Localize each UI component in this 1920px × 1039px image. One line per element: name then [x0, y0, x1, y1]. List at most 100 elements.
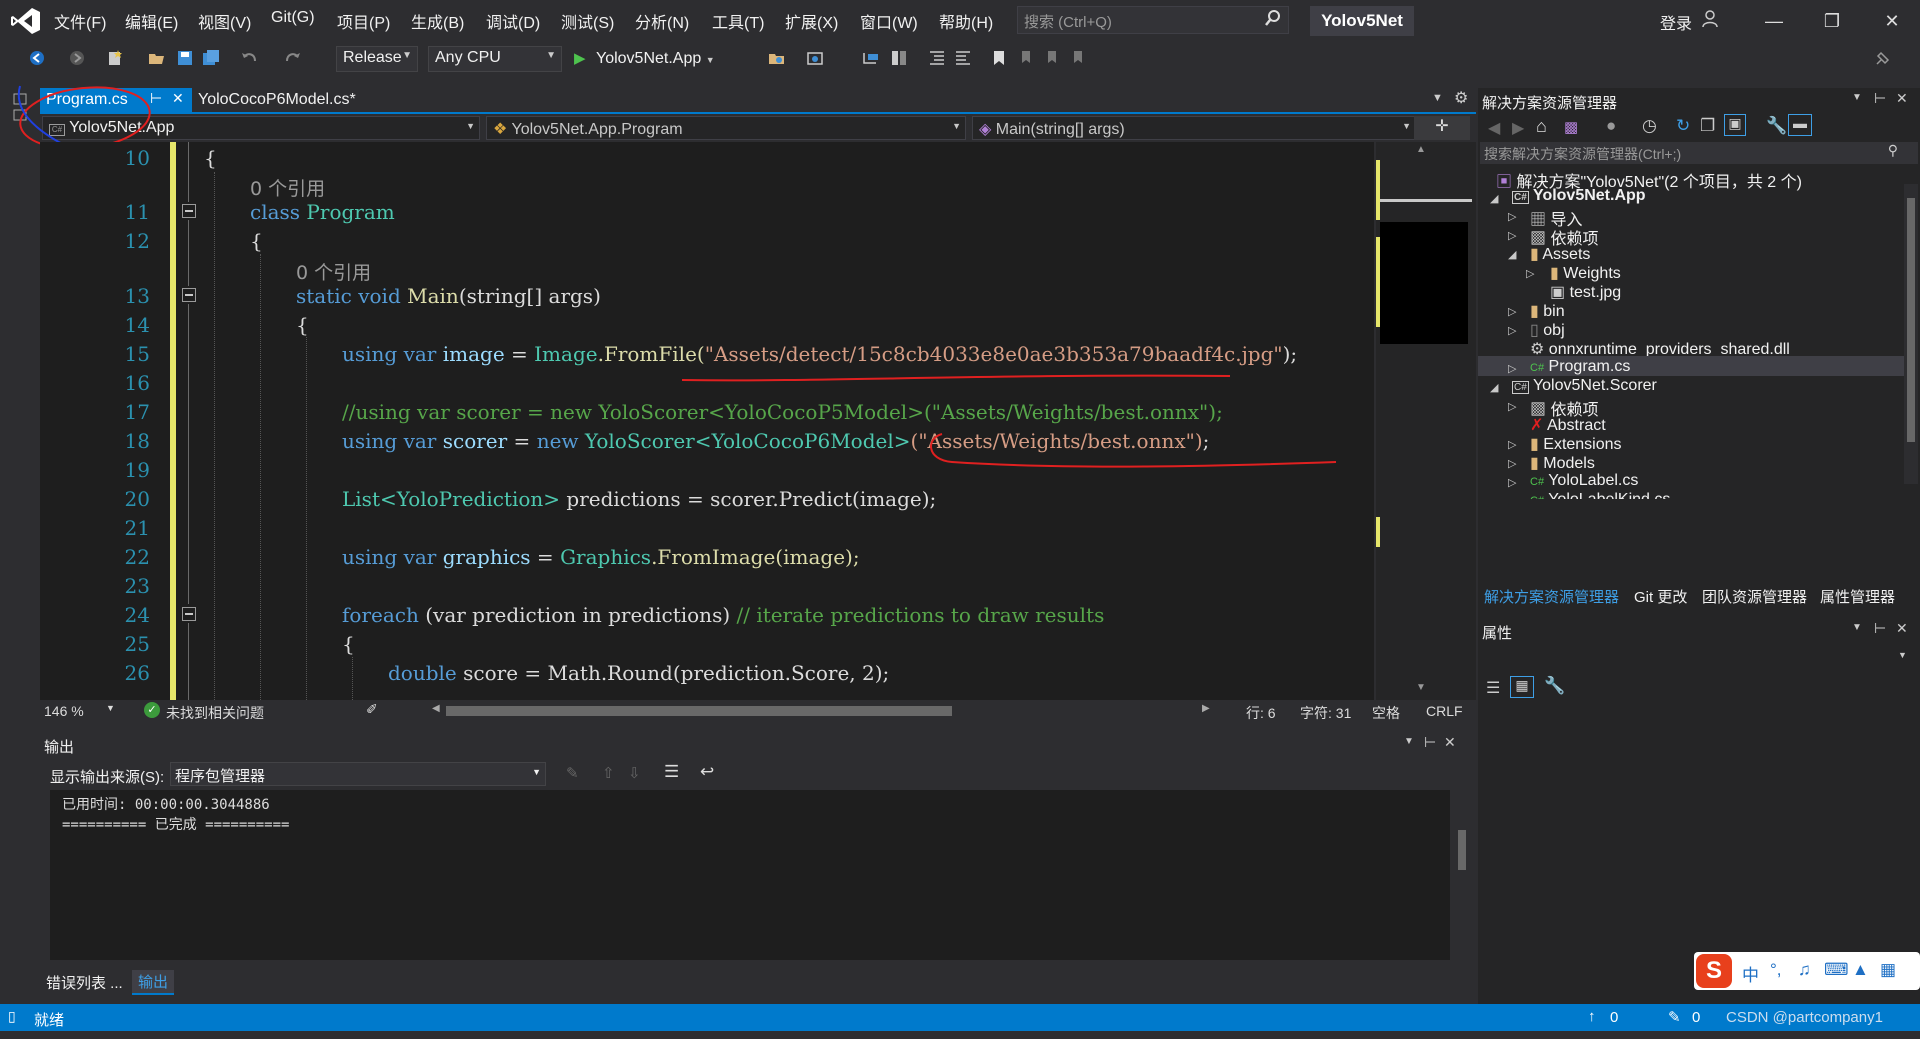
output-toggle-icon[interactable]: ▯	[8, 1008, 16, 1025]
expand-caret-icon[interactable]: ▷	[1508, 476, 1516, 489]
tab-team-explorer[interactable]: 团队资源管理器	[1702, 586, 1807, 607]
expand-caret-icon[interactable]: ▷	[1508, 229, 1516, 242]
split-editor-button[interactable]: ✛	[1414, 116, 1470, 140]
next-message-icon[interactable]: ⇩	[628, 764, 641, 782]
tree-item-abstract[interactable]: ✗ Abstract	[1530, 415, 1606, 435]
tab-list-dropdown-icon[interactable]: ▼	[1432, 92, 1443, 104]
menu-git[interactable]: Git(G)	[271, 9, 315, 27]
issues-status[interactable]: 未找到相关问题	[166, 703, 264, 723]
sign-in-link[interactable]: 登录	[1660, 10, 1692, 34]
git-push-icon[interactable]: ↑	[1588, 1008, 1596, 1025]
menu-help[interactable]: 帮助(H)	[939, 9, 993, 33]
properties-wrench-icon[interactable]: 🔧	[1766, 116, 1787, 136]
solution-vertical-scrollbar[interactable]	[1904, 184, 1918, 484]
chevron-down-icon[interactable]: ▼	[106, 703, 115, 713]
tree-item-test-jpg[interactable]: ▣ test.jpg	[1550, 282, 1621, 302]
tab-solution-explorer[interactable]: 解决方案资源管理器	[1484, 586, 1619, 607]
fold-toggle[interactable]	[182, 288, 196, 302]
scrollbar-thumb[interactable]	[1458, 830, 1466, 870]
prev-bookmark-icon[interactable]	[1016, 49, 1034, 67]
refresh-icon[interactable]: ↻	[1676, 116, 1690, 136]
tree-item-yolov5net-scorer[interactable]: C# Yolov5Net.Scorer	[1512, 377, 1657, 395]
pin-icon[interactable]: ⊢	[1874, 620, 1886, 637]
save-icon[interactable]	[176, 49, 194, 67]
microphone-icon[interactable]: ♫	[1798, 960, 1811, 980]
scrollbar-thumb[interactable]	[1907, 198, 1915, 442]
redo-icon[interactable]	[284, 49, 302, 67]
pin-icon[interactable]: ⊢	[1874, 90, 1886, 107]
panel-menu-icon[interactable]: ▼	[1852, 92, 1862, 103]
scroll-up-icon[interactable]: ▲	[1416, 144, 1426, 155]
member-dropdown[interactable]: ◈ Main(string[] args) ▼	[972, 116, 1416, 140]
tree-item-extensions[interactable]: ▮ Extensions	[1530, 434, 1622, 454]
layout-icon[interactable]	[890, 49, 908, 67]
expand-caret-icon[interactable]: ▷	[1508, 210, 1516, 223]
step-icon[interactable]	[862, 49, 880, 67]
panel-menu-icon[interactable]: ▼	[1852, 622, 1862, 633]
settings-gear-icon[interactable]: ⚙	[1454, 88, 1468, 108]
panel-menu-icon[interactable]: ▼	[1404, 736, 1414, 747]
bookmark-icon[interactable]	[990, 49, 1008, 67]
categorized-icon[interactable]: ☰	[1486, 678, 1500, 698]
restore-button[interactable]: ❐	[1812, 6, 1852, 36]
code-editor[interactable]: 10 11 12 13 14 15 16 17 18 19 20 21 22 2…	[40, 142, 1374, 700]
expand-caret-icon[interactable]: ▷	[1508, 400, 1516, 413]
tree-item-assets[interactable]: ▮ Assets	[1530, 244, 1590, 264]
toolbox-icon[interactable]: ▦	[1880, 960, 1896, 980]
keyboard-icon[interactable]: ⌨	[1824, 960, 1849, 980]
history-icon[interactable]: ◷	[1642, 116, 1657, 136]
tab-property-manager[interactable]: 属性管理器	[1820, 586, 1895, 607]
platform-select[interactable]: Any CPU ▼	[428, 46, 562, 72]
forward-icon[interactable]: ▶	[1512, 118, 1524, 138]
configuration-select[interactable]: Release ▼	[336, 46, 418, 72]
tab-output[interactable]: 输出	[132, 970, 175, 995]
browse-folder-icon[interactable]	[768, 49, 786, 67]
expand-caret-icon[interactable]: ▷	[1508, 362, 1516, 375]
expand-caret-icon[interactable]: ▷	[1508, 324, 1516, 337]
scroll-left-icon[interactable]: ◀	[432, 703, 440, 714]
expand-caret-icon[interactable]: ◢	[1490, 192, 1498, 205]
scroll-right-icon[interactable]: ▶	[1202, 703, 1210, 714]
new-project-icon[interactable]	[106, 49, 124, 67]
close-window-button[interactable]: ✕	[1872, 6, 1912, 36]
line-ending[interactable]: CRLF	[1426, 703, 1463, 719]
tree-item-bin[interactable]: ▮ bin	[1530, 301, 1565, 321]
ime-language[interactable]: 中	[1742, 961, 1759, 986]
menu-project[interactable]: 项目(P)	[337, 9, 390, 33]
output-source-select[interactable]: 程序包管理器 ▼	[170, 762, 546, 786]
tab-error-list[interactable]: 错误列表 ...	[46, 972, 123, 993]
forward-icon[interactable]	[68, 49, 86, 67]
find-message-icon[interactable]: ✎	[566, 764, 579, 782]
screenshot-icon[interactable]	[806, 49, 824, 67]
output-vertical-scrollbar[interactable]	[1452, 790, 1472, 960]
pencil-icon[interactable]: ✎	[1668, 1008, 1681, 1026]
punctuation-icon[interactable]: °,	[1770, 960, 1782, 980]
menu-edit[interactable]: 编辑(E)	[125, 9, 178, 33]
reference-count[interactable]: 0 个引用	[250, 174, 325, 201]
menu-analyze[interactable]: 分析(N)	[635, 9, 689, 33]
show-all-files-icon[interactable]: ▣	[1724, 114, 1746, 136]
back-icon[interactable]	[28, 49, 46, 67]
tree-item-obj[interactable]: ▯ obj	[1530, 320, 1565, 340]
indent-icon[interactable]	[928, 49, 946, 67]
feedback-icon[interactable]	[1874, 49, 1892, 67]
horizontal-scrollbar-thumb[interactable]	[446, 706, 952, 716]
expand-caret-icon[interactable]: ▷	[1508, 438, 1516, 451]
pin-icon[interactable]: ⊢	[1424, 734, 1436, 751]
tree-item-yololabelkind-cs[interactable]: C# YoloLabelKind.cs	[1530, 491, 1670, 499]
outdent-icon[interactable]	[954, 49, 972, 67]
property-pages-icon[interactable]: 🔧	[1544, 676, 1565, 696]
expand-caret-icon[interactable]: ◢	[1508, 248, 1516, 261]
fold-toggle[interactable]	[182, 204, 196, 218]
expand-caret-icon[interactable]: ▷	[1526, 267, 1534, 280]
chevron-down-icon[interactable]: ▼	[1898, 650, 1907, 660]
menu-file[interactable]: 文件(F)	[54, 9, 106, 33]
tab-git-changes[interactable]: Git 更改	[1634, 586, 1687, 607]
save-all-icon[interactable]	[202, 49, 220, 67]
clear-bookmarks-icon[interactable]	[1068, 49, 1086, 67]
expand-caret-icon[interactable]: ▷	[1508, 457, 1516, 470]
expand-caret-icon[interactable]: ◢	[1490, 381, 1498, 394]
next-bookmark-icon[interactable]	[1042, 49, 1060, 67]
menu-extensions[interactable]: 扩展(X)	[785, 9, 838, 33]
switch-view-icon[interactable]: ▩	[1564, 118, 1578, 136]
